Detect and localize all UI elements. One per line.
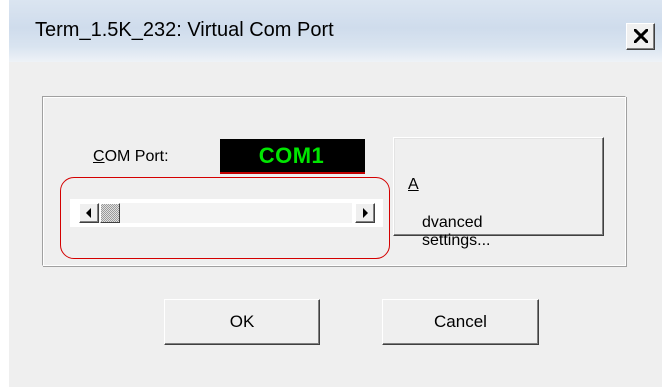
- window-title: Term_1.5K_232: Virtual Com Port: [35, 19, 334, 41]
- annotation-highlight: [60, 177, 390, 259]
- com-port-label: COM Port:: [93, 148, 169, 165]
- advanced-settings-button[interactable]: Advanced settings...: [393, 137, 604, 249]
- ok-button[interactable]: OK: [164, 299, 320, 345]
- close-button[interactable]: [626, 23, 655, 50]
- com-port-display: COM1: [220, 139, 365, 174]
- title-bar: Term_1.5K_232: Virtual Com Port: [9, 0, 662, 62]
- cancel-button[interactable]: Cancel: [382, 299, 539, 345]
- com-port-value: COM1: [258, 143, 325, 168]
- close-icon: [634, 29, 648, 43]
- advanced-settings-label: Advanced settings...: [408, 176, 491, 249]
